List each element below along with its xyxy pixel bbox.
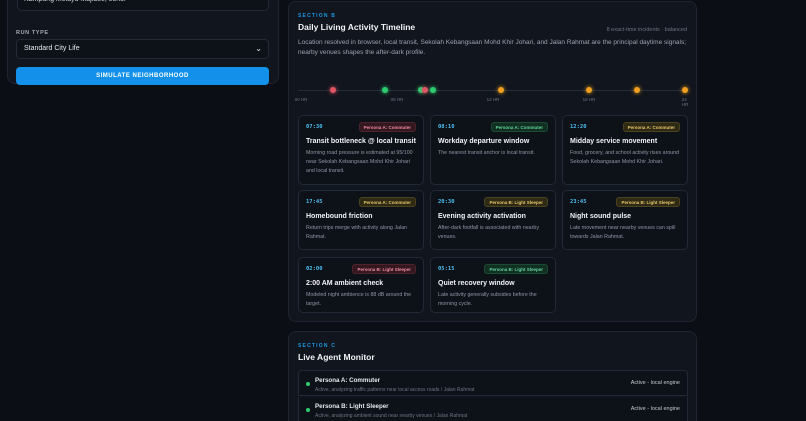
agent-activity: Active, analyzing ambient sound near nea… [315,413,468,419]
timeline-marker[interactable] [682,87,688,93]
event-card[interactable]: 07:30 Persona A: Commuter Transit bottlene… [298,115,424,185]
event-description: After-dark footfall is associated with n… [438,225,539,240]
timeline-marker[interactable] [382,87,388,93]
persona-badge: Persona A: Commuter [490,122,548,132]
event-description: Morning road pressure is estimated at 95… [306,150,413,174]
run-type-value: Standard City Life [24,45,80,52]
agent-status: Active - local engine [630,406,680,412]
timeline-tick: 18 HR [582,97,596,102]
event-card[interactable]: 17:45 Persona A: Commuter Homebound fricti… [298,190,424,250]
event-description: Food, grocery, and school activity rises… [570,150,680,165]
timeline-marker[interactable] [634,87,640,93]
timeline-axis [298,90,688,91]
event-card[interactable]: 12:20 Persona A: Commuter Midday service m… [562,115,688,185]
agent-row[interactable]: Persona A: Commuter Active, analyzing tr… [298,370,688,396]
event-time: 12:20 [570,124,587,130]
agent-activity: Active, analyzing traffic patterns near … [315,387,475,393]
timeline-marker[interactable] [330,87,336,93]
simulate-button[interactable]: SIMULATE NEIGHBORHOOD [16,67,269,85]
event-description: The nearest transit anchor is local tran… [438,150,535,156]
timeline-tick: 12 HR [486,97,500,102]
section-title: Daily Living Activity Timeline [298,22,416,32]
incident-summary: 8 exact-time incidents · balanced [606,27,687,33]
event-time: 20:30 [438,199,455,205]
event-title: 2:00 AM ambient check [306,280,384,287]
event-time: 23:45 [570,199,587,205]
timeline-marker[interactable] [422,87,428,93]
event-description: Late activity generally subsides before … [438,292,537,307]
event-card[interactable]: 20:30 Persona B: Light Sleeper Evening act… [430,190,556,250]
section-title: Live Agent Monitor [298,352,375,362]
event-description: Return trips merge with activity along J… [306,225,407,240]
event-title: Midday service movement [570,138,658,145]
event-card[interactable]: 08:10 Persona A: Commuter Workday departur… [430,115,556,185]
event-title: Homebound friction [306,213,373,220]
event-time: 05:15 [438,266,455,272]
persona-badge: Persona B: Light Sleeper [616,197,680,207]
section-description: Location resolved in browser, local tran… [298,39,687,56]
event-title: Workday departure window [438,138,530,145]
event-time: 07:30 [306,124,323,130]
timeline-tick: 24 HR [681,97,689,107]
monitor-section: SECTION C Live Agent Monitor Persona A: … [288,331,697,421]
event-card[interactable]: 23:45 Persona B: Light Sleeper Night sound… [562,190,688,250]
timeline-tick: 00 HR [294,97,308,102]
persona-badge: Persona A: Commuter [358,197,416,207]
status-dot [306,382,310,386]
event-time: 17:45 [306,199,323,205]
timeline-section: SECTION B Daily Living Activity Timeline… [288,1,697,322]
event-card[interactable]: 05:15 Persona B: Light Sleeper Quiet recov… [430,257,556,313]
run-type-select[interactable]: Standard City Life ⌄ [16,39,269,59]
persona-badge: Persona A: Commuter [358,122,416,132]
persona-badge: Persona B: Light Sleeper [484,264,548,274]
persona-badge: Persona B: Light Sleeper [484,197,548,207]
event-title: Quiet recovery window [438,280,515,287]
agent-row[interactable]: Persona B: Light Sleeper Active, analyzi… [298,397,688,421]
timeline-marker[interactable] [586,87,592,93]
persona-badge: Persona B: Light Sleeper [352,264,416,274]
section-eyebrow: SECTION B [298,13,337,19]
event-title: Transit bottleneck @ local transit [306,138,416,145]
chevron-down-icon: ⌄ [255,44,262,53]
event-time: 08:10 [438,124,455,130]
location-input[interactable]: Kampung Melayu Majidee, Johor [17,0,269,11]
agent-status: Active - local engine [630,380,680,386]
event-description: Modeled night ambience is 88 dB around t… [306,292,412,307]
agent-name: Persona A: Commuter [315,377,381,384]
activity-timeline: 00 HR 06 HR 12 HR 18 HR 24 HR [294,84,689,107]
timeline-marker[interactable] [430,87,436,93]
timeline-tick: 06 HR [390,97,404,102]
event-time: 02:00 [306,266,323,272]
event-title: Evening activity activation [438,213,526,220]
run-type-label: RUN TYPE [16,30,49,36]
status-dot [306,408,310,412]
section-eyebrow: SECTION C [298,343,337,349]
agent-name: Persona B: Light Sleeper [315,403,389,410]
timeline-marker[interactable] [498,87,504,93]
event-card[interactable]: 02:00 Persona B: Light Sleeper 2:00 AM amb… [298,257,424,313]
event-title: Night sound pulse [570,213,632,220]
event-description: Late movement near nearby venues can spi… [570,225,676,240]
persona-badge: Persona A: Commuter [622,122,680,132]
